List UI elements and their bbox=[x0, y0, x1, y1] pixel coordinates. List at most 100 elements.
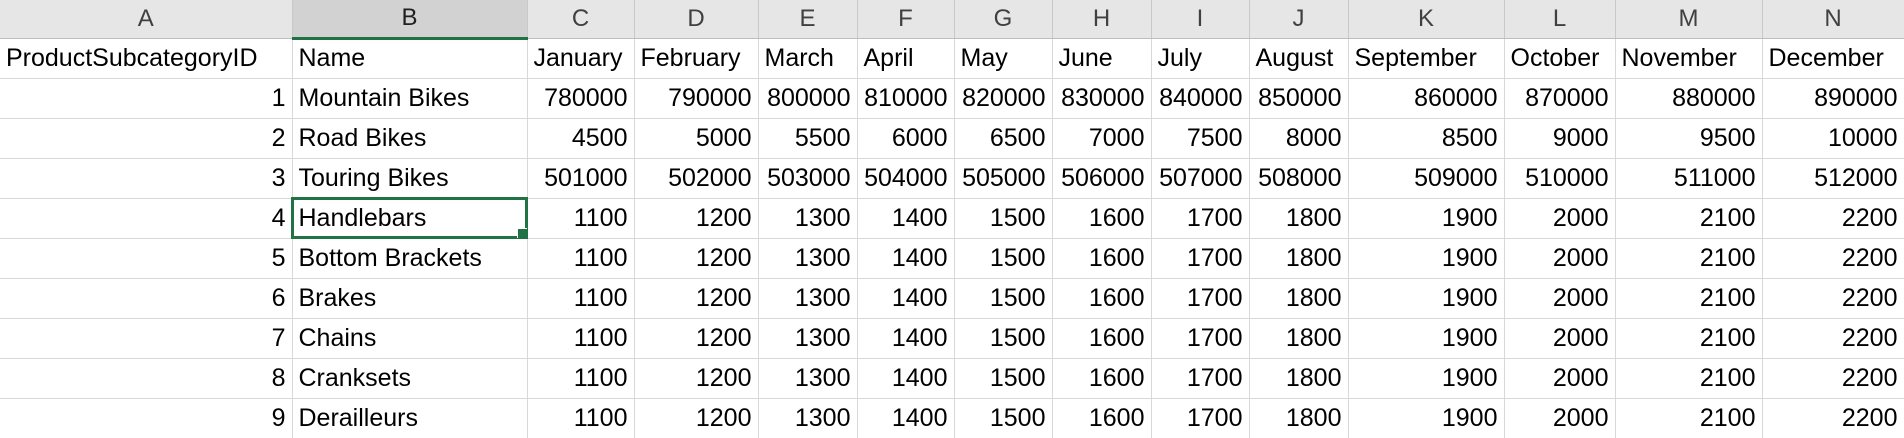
cell-n7[interactable]: 2200 bbox=[1762, 278, 1904, 319]
cell-l8[interactable]: 2000 bbox=[1504, 318, 1616, 359]
cell-e9[interactable]: 1300 bbox=[758, 358, 858, 399]
cell-n3[interactable]: 10000 bbox=[1762, 118, 1904, 159]
cell-g4[interactable]: 505000 bbox=[954, 158, 1053, 199]
cell-j8[interactable]: 1800 bbox=[1249, 318, 1349, 359]
cell-i9[interactable]: 1700 bbox=[1151, 358, 1250, 399]
cell-f8[interactable]: 1400 bbox=[857, 318, 955, 359]
cell-j5[interactable]: 1800 bbox=[1249, 198, 1349, 239]
cell-n10[interactable]: 2200 bbox=[1762, 398, 1904, 438]
cell-l5[interactable]: 2000 bbox=[1504, 198, 1616, 239]
cell-g2[interactable]: 820000 bbox=[954, 78, 1053, 119]
cell-a3[interactable]: 2 bbox=[0, 118, 293, 159]
cell-g3[interactable]: 6500 bbox=[954, 118, 1053, 159]
cell-j2[interactable]: 850000 bbox=[1249, 78, 1349, 119]
cell-h1[interactable]: June bbox=[1052, 38, 1152, 79]
cell-b4[interactable]: Touring Bikes bbox=[292, 158, 528, 199]
cell-n2[interactable]: 890000 bbox=[1762, 78, 1904, 119]
cell-h5[interactable]: 1600 bbox=[1052, 198, 1152, 239]
cell-f9[interactable]: 1400 bbox=[857, 358, 955, 399]
cell-m6[interactable]: 2100 bbox=[1615, 238, 1763, 279]
cell-e2[interactable]: 800000 bbox=[758, 78, 858, 119]
cell-h8[interactable]: 1600 bbox=[1052, 318, 1152, 359]
cell-c5[interactable]: 1100 bbox=[527, 198, 635, 239]
cell-d5[interactable]: 1200 bbox=[634, 198, 759, 239]
cell-a8[interactable]: 7 bbox=[0, 318, 293, 359]
cell-l9[interactable]: 2000 bbox=[1504, 358, 1616, 399]
cell-b8[interactable]: Chains bbox=[292, 318, 528, 359]
cell-g1[interactable]: May bbox=[954, 38, 1053, 79]
cell-i3[interactable]: 7500 bbox=[1151, 118, 1250, 159]
cell-l4[interactable]: 510000 bbox=[1504, 158, 1616, 199]
cell-l10[interactable]: 2000 bbox=[1504, 398, 1616, 438]
cell-a5[interactable]: 4 bbox=[0, 198, 293, 239]
cell-j4[interactable]: 508000 bbox=[1249, 158, 1349, 199]
cell-d10[interactable]: 1200 bbox=[634, 398, 759, 438]
cell-j1[interactable]: August bbox=[1249, 38, 1349, 79]
cell-k7[interactable]: 1900 bbox=[1348, 278, 1505, 319]
cell-h6[interactable]: 1600 bbox=[1052, 238, 1152, 279]
cell-d4[interactable]: 502000 bbox=[634, 158, 759, 199]
column-header-k[interactable]: K bbox=[1348, 0, 1505, 39]
fill-handle[interactable] bbox=[516, 227, 526, 237]
cell-f7[interactable]: 1400 bbox=[857, 278, 955, 319]
cell-i2[interactable]: 840000 bbox=[1151, 78, 1250, 119]
cell-n4[interactable]: 512000 bbox=[1762, 158, 1904, 199]
cell-h7[interactable]: 1600 bbox=[1052, 278, 1152, 319]
column-header-d[interactable]: D bbox=[634, 0, 759, 39]
cell-j7[interactable]: 1800 bbox=[1249, 278, 1349, 319]
cell-b2[interactable]: Mountain Bikes bbox=[292, 78, 528, 119]
cell-e3[interactable]: 5500 bbox=[758, 118, 858, 159]
cell-m3[interactable]: 9500 bbox=[1615, 118, 1763, 159]
cell-c9[interactable]: 1100 bbox=[527, 358, 635, 399]
cell-k5[interactable]: 1900 bbox=[1348, 198, 1505, 239]
cell-n9[interactable]: 2200 bbox=[1762, 358, 1904, 399]
cell-d8[interactable]: 1200 bbox=[634, 318, 759, 359]
cell-e6[interactable]: 1300 bbox=[758, 238, 858, 279]
cell-b5[interactable]: Handlebars bbox=[291, 197, 528, 239]
cell-j10[interactable]: 1800 bbox=[1249, 398, 1349, 438]
cell-k1[interactable]: September bbox=[1348, 38, 1505, 79]
cell-c7[interactable]: 1100 bbox=[527, 278, 635, 319]
column-header-h[interactable]: H bbox=[1052, 0, 1152, 39]
cell-b6[interactable]: Bottom Brackets bbox=[292, 238, 528, 279]
cell-g7[interactable]: 1500 bbox=[954, 278, 1053, 319]
cell-g8[interactable]: 1500 bbox=[954, 318, 1053, 359]
cell-g10[interactable]: 1500 bbox=[954, 398, 1053, 438]
cell-m4[interactable]: 511000 bbox=[1615, 158, 1763, 199]
cell-i10[interactable]: 1700 bbox=[1151, 398, 1250, 438]
cell-f2[interactable]: 810000 bbox=[857, 78, 955, 119]
cell-k8[interactable]: 1900 bbox=[1348, 318, 1505, 359]
cell-c2[interactable]: 780000 bbox=[527, 78, 635, 119]
cell-n8[interactable]: 2200 bbox=[1762, 318, 1904, 359]
cell-l3[interactable]: 9000 bbox=[1504, 118, 1616, 159]
cell-d6[interactable]: 1200 bbox=[634, 238, 759, 279]
cell-k6[interactable]: 1900 bbox=[1348, 238, 1505, 279]
cell-i5[interactable]: 1700 bbox=[1151, 198, 1250, 239]
cell-a2[interactable]: 1 bbox=[0, 78, 293, 119]
cell-m8[interactable]: 2100 bbox=[1615, 318, 1763, 359]
column-header-b[interactable]: B bbox=[292, 0, 528, 40]
cell-k2[interactable]: 860000 bbox=[1348, 78, 1505, 119]
cell-b1[interactable]: Name bbox=[292, 38, 528, 79]
cell-h9[interactable]: 1600 bbox=[1052, 358, 1152, 399]
cell-f3[interactable]: 6000 bbox=[857, 118, 955, 159]
cell-g9[interactable]: 1500 bbox=[954, 358, 1053, 399]
cell-e7[interactable]: 1300 bbox=[758, 278, 858, 319]
cell-j3[interactable]: 8000 bbox=[1249, 118, 1349, 159]
cell-n5[interactable]: 2200 bbox=[1762, 198, 1904, 239]
cell-g5[interactable]: 1500 bbox=[954, 198, 1053, 239]
cell-e10[interactable]: 1300 bbox=[758, 398, 858, 438]
cell-i7[interactable]: 1700 bbox=[1151, 278, 1250, 319]
cell-i8[interactable]: 1700 bbox=[1151, 318, 1250, 359]
cell-c3[interactable]: 4500 bbox=[527, 118, 635, 159]
cell-e4[interactable]: 503000 bbox=[758, 158, 858, 199]
cell-a10[interactable]: 9 bbox=[0, 398, 293, 438]
cell-a1[interactable]: ProductSubcategoryID bbox=[0, 38, 293, 79]
cell-j9[interactable]: 1800 bbox=[1249, 358, 1349, 399]
cell-m1[interactable]: November bbox=[1615, 38, 1763, 79]
cell-a6[interactable]: 5 bbox=[0, 238, 293, 279]
cell-m9[interactable]: 2100 bbox=[1615, 358, 1763, 399]
column-header-m[interactable]: M bbox=[1615, 0, 1763, 39]
cell-c8[interactable]: 1100 bbox=[527, 318, 635, 359]
cell-l2[interactable]: 870000 bbox=[1504, 78, 1616, 119]
